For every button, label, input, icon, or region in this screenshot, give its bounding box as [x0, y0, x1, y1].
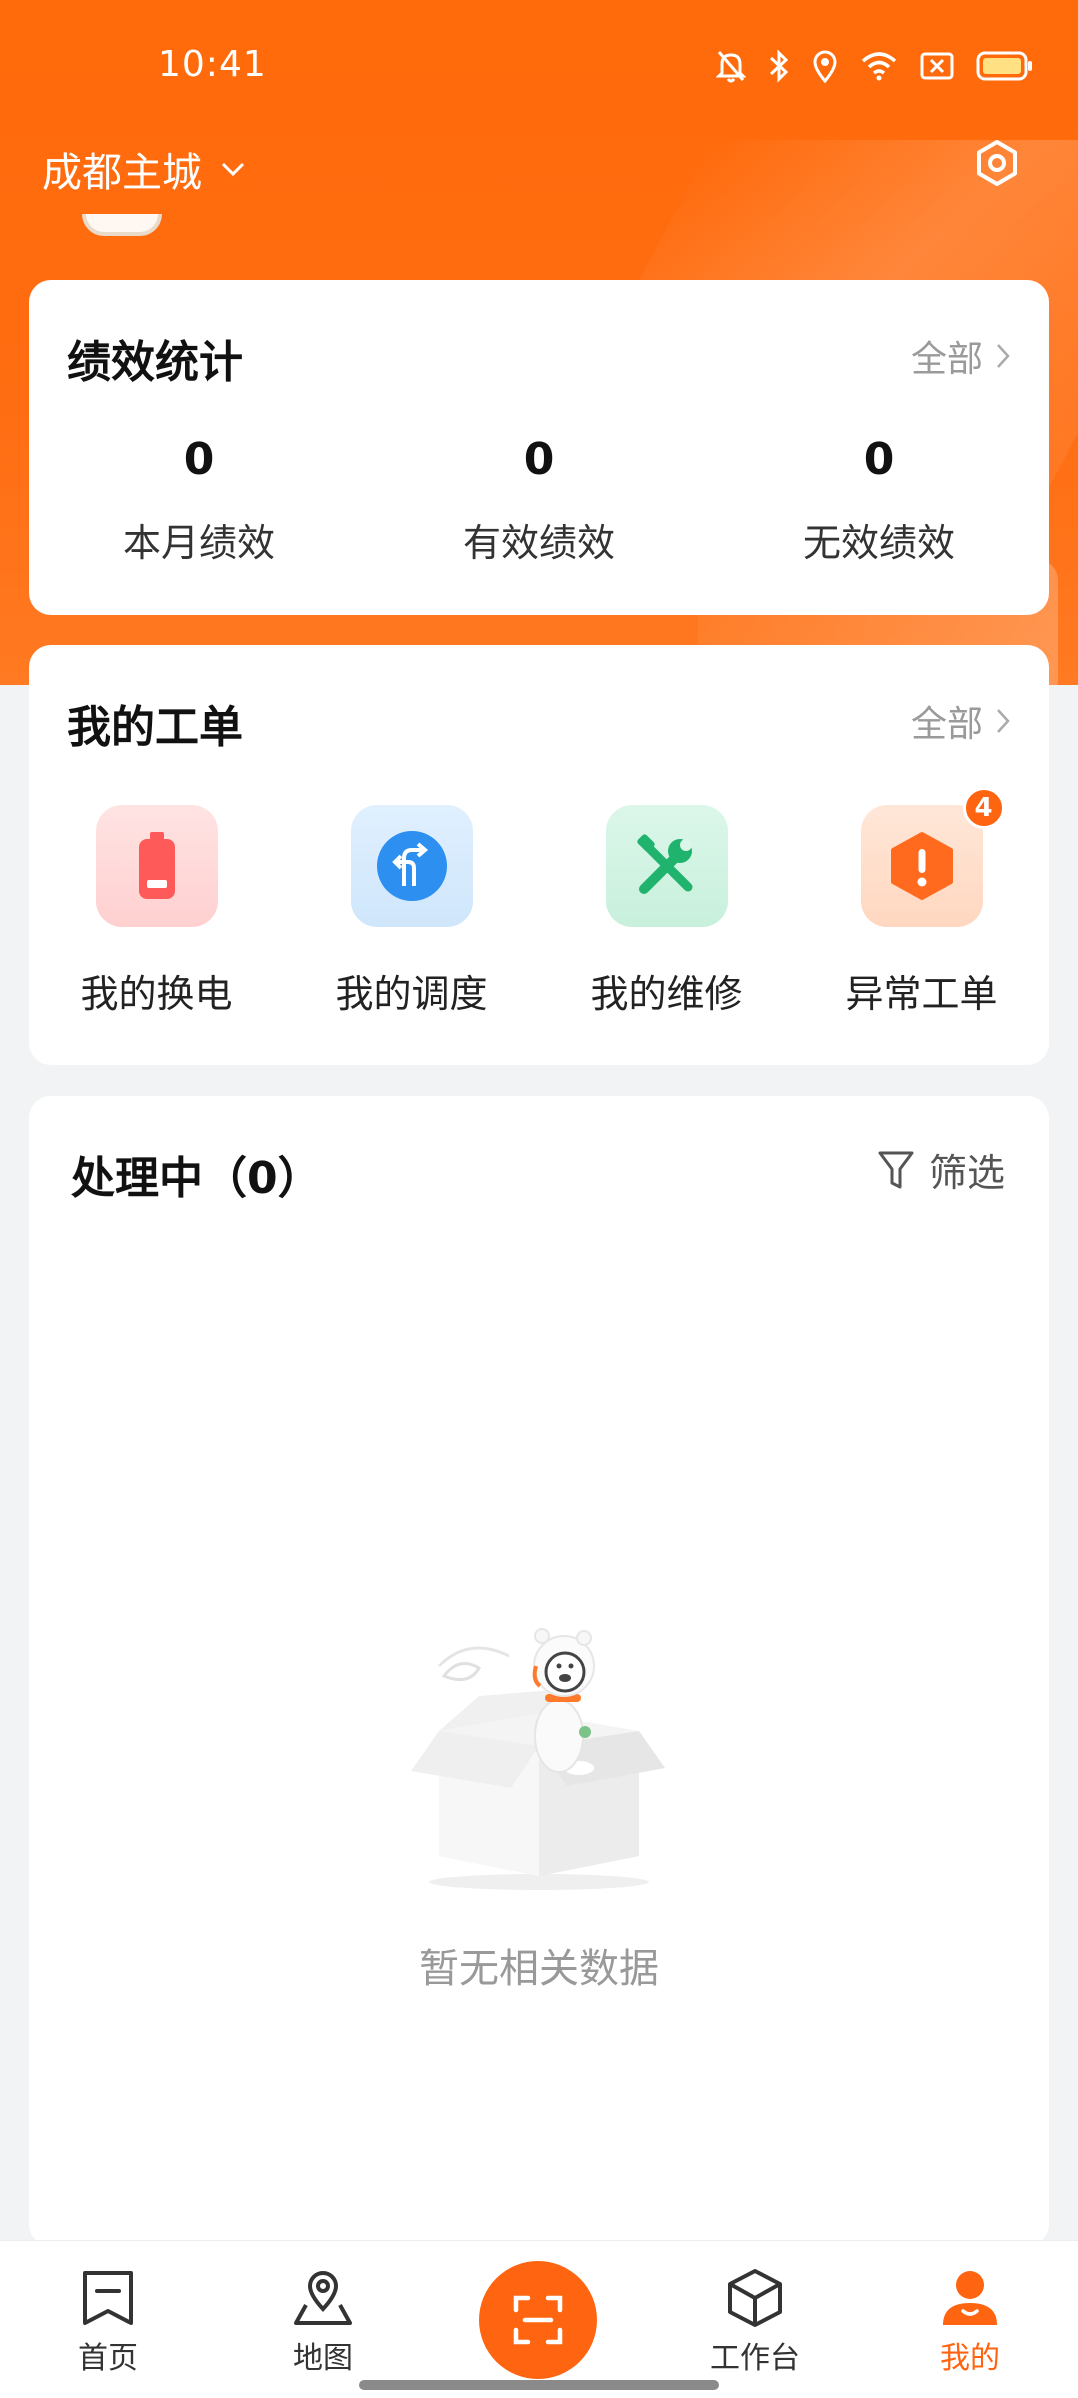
- orders-all-link[interactable]: 全部: [911, 695, 1011, 747]
- bottom-nav: 首页 地图 工作台 我的: [0, 2240, 1078, 2398]
- nav-label: 首页: [78, 2341, 138, 2376]
- order-label: 我的调度: [335, 972, 488, 1016]
- status-icons: [716, 46, 1034, 86]
- chevron-right-icon: [997, 709, 1010, 733]
- my-orders-card: 我的工单 全部 我的换电 我的调度 我的维修 4 异常工单: [29, 645, 1049, 1065]
- bluetooth-icon: [769, 49, 789, 83]
- city-selector[interactable]: 成都主城: [42, 140, 246, 198]
- profile-icon: [943, 2271, 997, 2325]
- filter-label: 筛选: [928, 1151, 1005, 1195]
- abnormal-count-badge: 4: [962, 787, 1005, 829]
- stat-value: 0: [863, 434, 895, 485]
- wifi-icon: [861, 52, 897, 81]
- performance-all-label: 全部: [910, 339, 983, 380]
- nav-label: 地图: [293, 2341, 353, 2376]
- nav-map[interactable]: 地图: [243, 2267, 403, 2377]
- order-label: 异常工单: [845, 972, 998, 1016]
- home-indicator: [359, 2380, 719, 2390]
- order-item-repair[interactable]: 我的维修: [539, 805, 794, 1018]
- nav-workbench[interactable]: 工作台: [675, 2267, 835, 2377]
- orders-title: 我的工单: [67, 702, 243, 753]
- order-item-abnormal[interactable]: 4 异常工单: [794, 787, 1049, 1018]
- stat-monthly[interactable]: 0 本月绩效: [29, 430, 369, 567]
- battery-status-icon: [976, 51, 1032, 81]
- chevron-down-icon: [221, 162, 245, 177]
- stat-value: 0: [183, 434, 215, 485]
- performance-stats: 0 本月绩效 0 有效绩效 0 无效绩效: [29, 430, 1049, 567]
- orders-all-label: 全部: [910, 704, 983, 745]
- map-icon: [294, 2271, 352, 2325]
- order-items: 我的换电 我的调度 我的维修 4 异常工单: [29, 787, 1049, 1018]
- performance-all-link[interactable]: 全部: [911, 330, 1011, 382]
- status-time: 10:41: [158, 44, 267, 85]
- order-item-dispatch[interactable]: 我的调度: [284, 805, 539, 1018]
- stat-label: 有效绩效: [462, 521, 615, 565]
- order-label: 我的换电: [80, 972, 233, 1016]
- stat-invalid[interactable]: 0 无效绩效: [709, 430, 1049, 567]
- filter-icon: [878, 1151, 914, 1188]
- filter-button[interactable]: 筛选: [877, 1142, 1005, 1197]
- chevron-right-icon: [997, 344, 1010, 368]
- stat-label: 无效绩效: [802, 521, 955, 565]
- scan-button[interactable]: [479, 2261, 597, 2379]
- empty-box-illustration: [411, 1628, 665, 1890]
- warning-icon: 4: [860, 787, 1005, 927]
- nav-label: 工作台: [710, 2341, 800, 2376]
- repair-icon: [605, 805, 728, 927]
- mute-bell-icon: [716, 51, 746, 83]
- avatar-logo: [82, 214, 162, 236]
- order-label: 我的维修: [590, 972, 743, 1016]
- nav-home[interactable]: 首页: [28, 2267, 188, 2377]
- performance-title: 绩效统计: [67, 337, 243, 388]
- settings-icon[interactable]: [972, 138, 1022, 188]
- stat-valid[interactable]: 0 有效绩效: [369, 430, 709, 567]
- location-icon: [813, 50, 837, 83]
- processing-card: 处理中（0） 筛选 暂无相关数据: [29, 1096, 1049, 2246]
- scan-icon: [513, 2295, 563, 2345]
- empty-state-text: 暂无相关数据: [419, 1946, 659, 1992]
- workbench-icon: [728, 2269, 782, 2327]
- nav-label: 我的: [940, 2341, 1000, 2376]
- no-sim-icon: [920, 52, 954, 80]
- nav-profile[interactable]: 我的: [890, 2267, 1050, 2377]
- home-flag-icon: [83, 2271, 133, 2325]
- stat-label: 本月绩效: [122, 521, 275, 565]
- performance-card: 绩效统计 全部 0 本月绩效 0 有效绩效 0 无效绩效: [29, 280, 1049, 615]
- status-bar: 10:41: [0, 0, 1078, 130]
- city-name: 成都主城: [42, 150, 202, 196]
- dispatch-icon: [350, 805, 473, 927]
- stat-value: 0: [523, 434, 555, 485]
- order-item-battery-swap[interactable]: 我的换电: [29, 805, 284, 1018]
- processing-title: 处理中（0）: [71, 1153, 322, 1204]
- battery-icon: [95, 805, 218, 927]
